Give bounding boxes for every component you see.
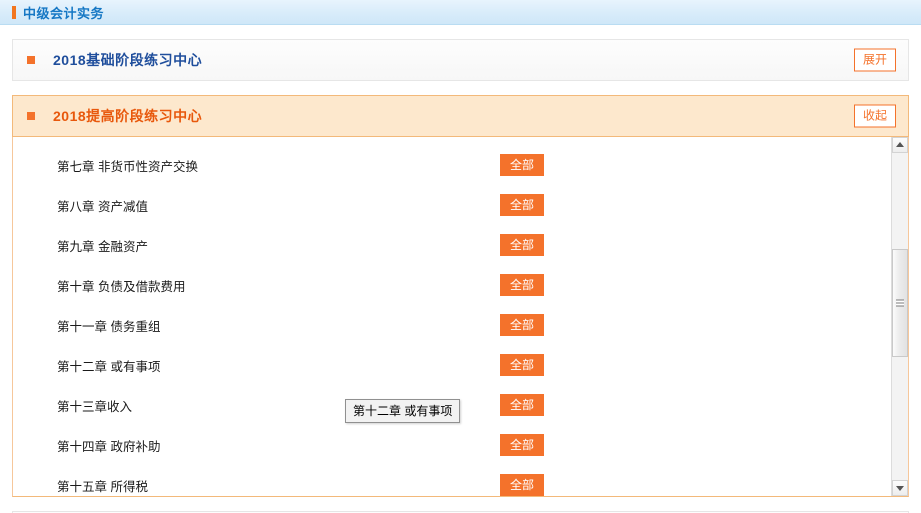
chapter-row[interactable]: 第七章 非货币性资产交换 全部 xyxy=(13,145,890,185)
chapter-name: 第十三章收入 xyxy=(57,399,133,414)
panel-header-basic-stage[interactable]: 2018基础阶段练习中心 展开 xyxy=(12,39,909,81)
expand-button-basic-stage[interactable]: 展开 xyxy=(854,48,896,72)
panel-header-advanced-stage[interactable]: 2018提高阶段练习中心 收起 xyxy=(12,95,909,137)
panel-title-advanced-stage: 2018提高阶段练习中心 xyxy=(53,108,203,124)
scrollbar-thumb[interactable] xyxy=(892,249,908,357)
chapter-all-button[interactable]: 全部 xyxy=(500,274,544,296)
chapter-row[interactable]: 第十二章 或有事项 全部 xyxy=(13,345,890,385)
chapter-list: 第六章 长期股权投资全部第七章 非货币性资产交换全部第八章 资产减值全部第九章 … xyxy=(13,137,890,496)
square-bullet-icon xyxy=(27,56,35,64)
chapter-all-button[interactable]: 全部 xyxy=(500,234,544,256)
collapse-button-advanced-stage[interactable]: 收起 xyxy=(854,104,896,128)
page-title: 中级会计实务 xyxy=(23,5,105,21)
chapter-tooltip: 第十二章 或有事项 xyxy=(345,399,461,423)
triangle-down-icon xyxy=(896,486,904,491)
chapter-row[interactable]: 第八章 资产减值 全部 xyxy=(13,185,890,225)
page-header: 中级会计实务 xyxy=(0,0,921,25)
scroll-down-button[interactable] xyxy=(892,480,908,496)
chapter-row[interactable]: 第九章 金融资产 全部 xyxy=(13,225,890,265)
chapter-name: 第十二章 或有事项 xyxy=(57,359,161,374)
chapter-all-button[interactable]: 全部 xyxy=(500,354,544,376)
practice-center-page: 中级会计实务 2018基础阶段练习中心 展开 2018提高阶段练习中心 收起 第… xyxy=(0,0,921,513)
chapter-name: 第十一章 债务重组 xyxy=(57,319,161,334)
panel-basic-stage: 2018基础阶段练习中心 展开 xyxy=(12,39,909,81)
chapter-row[interactable]: 第十四章 政府补助 全部 xyxy=(13,425,890,465)
chapter-all-button[interactable]: 全部 xyxy=(500,154,544,176)
chapter-row[interactable]: 第六章 长期股权投资全部 xyxy=(13,137,890,145)
vertical-scrollbar[interactable] xyxy=(891,137,908,496)
chapter-name: 第七章 非货币性资产交换 xyxy=(57,159,198,174)
triangle-up-icon xyxy=(896,142,904,147)
chapter-all-button[interactable]: 全部 xyxy=(500,314,544,336)
scrollbar-grip-icon xyxy=(896,299,904,307)
square-bullet-icon xyxy=(27,112,35,120)
chapter-list-viewport: 第六章 长期股权投资全部第七章 非货币性资产交换全部第八章 资产减值全部第九章 … xyxy=(13,137,890,496)
chapter-row[interactable]: 第十章 负债及借款费用 全部 xyxy=(13,265,890,305)
chapter-list-container: 第六章 长期股权投资全部第七章 非货币性资产交换全部第八章 资产减值全部第九章 … xyxy=(12,137,909,497)
chapter-all-button[interactable]: 全部 xyxy=(500,474,544,496)
chapter-all-button[interactable]: 全部 xyxy=(500,434,544,456)
panel-title-basic-stage: 2018基础阶段练习中心 xyxy=(53,52,203,68)
chapter-name: 第十五章 所得税 xyxy=(57,479,148,494)
chapter-row[interactable]: 第十一章 债务重组 全部 xyxy=(13,305,890,345)
chapter-name: 第八章 资产减值 xyxy=(57,199,148,214)
chapter-all-button[interactable]: 全部 xyxy=(500,194,544,216)
chapter-name: 第十四章 政府补助 xyxy=(57,439,161,454)
chapter-name: 第十章 负债及借款费用 xyxy=(57,279,186,294)
title-accent-bar xyxy=(12,5,16,19)
panel-advanced-stage: 2018提高阶段练习中心 收起 第六章 长期股权投资全部第七章 非货币性资产交换… xyxy=(12,95,909,497)
chapter-name: 第九章 金融资产 xyxy=(57,239,148,254)
chapter-all-button[interactable]: 全部 xyxy=(500,394,544,416)
chapter-row[interactable]: 第十五章 所得税 全部 xyxy=(13,465,890,496)
scroll-up-button[interactable] xyxy=(892,137,908,153)
